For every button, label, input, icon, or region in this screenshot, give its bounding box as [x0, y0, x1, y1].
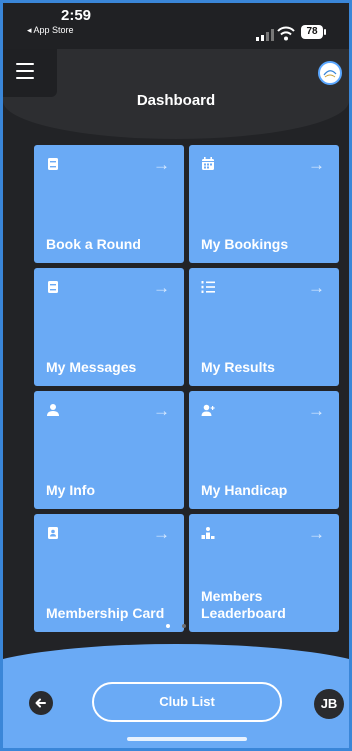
status-bar: 2:59 ◂ App Store 78: [3, 3, 349, 49]
back-button[interactable]: [29, 691, 53, 715]
page-indicator: [3, 615, 349, 633]
book-icon: [48, 281, 58, 293]
tile-label: My Handicap: [201, 482, 288, 498]
tile-label: Book a Round: [46, 236, 141, 252]
tile-my-results[interactable]: → My Results: [189, 268, 339, 386]
tile-label: My Info: [46, 482, 95, 498]
tile-my-handicap[interactable]: → My Handicap: [189, 391, 339, 509]
signal-icon: [256, 29, 274, 41]
tile-my-info[interactable]: → My Info: [34, 391, 184, 509]
person-icon: [47, 404, 59, 416]
user-avatar-button[interactable]: JB: [314, 689, 344, 719]
tile-label: My Results: [201, 359, 275, 375]
home-indicator: [127, 737, 247, 741]
hamburger-menu-icon: [16, 63, 34, 79]
page-dot-active[interactable]: [165, 624, 170, 628]
arrow-left-icon: [35, 698, 46, 708]
arrow-right-icon: →: [153, 278, 170, 297]
page-dot[interactable]: [182, 624, 187, 628]
arrow-right-icon: →: [308, 278, 325, 297]
app-screen: 2:59 ◂ App Store 78 Dashboard → Book a R…: [3, 3, 349, 748]
tile-label: My Messages: [46, 359, 137, 375]
list-numbered-icon: [201, 281, 215, 293]
battery-icon: 78: [301, 25, 327, 41]
arrow-right-icon: →: [153, 524, 170, 543]
calendar-icon: [202, 157, 214, 170]
arrow-right-icon: →: [308, 401, 325, 420]
status-time: 2:59: [61, 7, 92, 24]
tile-book-a-round[interactable]: → Book a Round: [34, 145, 184, 263]
club-logo-icon: [323, 70, 337, 78]
book-icon: [48, 158, 58, 170]
person-add-icon: [201, 404, 215, 416]
id-card-icon: [48, 527, 58, 539]
arrow-right-icon: →: [153, 155, 170, 174]
tile-label: My Bookings: [201, 236, 289, 252]
back-to-app-store-link[interactable]: ◂ App Store: [27, 25, 74, 36]
leaderboard-icon: [201, 527, 215, 539]
club-logo-avatar[interactable]: [318, 61, 342, 85]
arrow-right-icon: →: [308, 524, 325, 543]
tile-my-messages[interactable]: → My Messages: [34, 268, 184, 386]
tile-my-bookings[interactable]: → My Bookings: [189, 145, 339, 263]
page-title: Dashboard: [136, 92, 216, 109]
menu-button[interactable]: [3, 49, 57, 97]
club-list-button[interactable]: Club List: [92, 682, 282, 722]
arrow-right-icon: →: [153, 401, 170, 420]
wifi-icon: [277, 26, 295, 41]
arrow-right-icon: →: [308, 155, 325, 174]
header: Dashboard: [3, 49, 349, 139]
battery-level: 78: [306, 26, 318, 37]
